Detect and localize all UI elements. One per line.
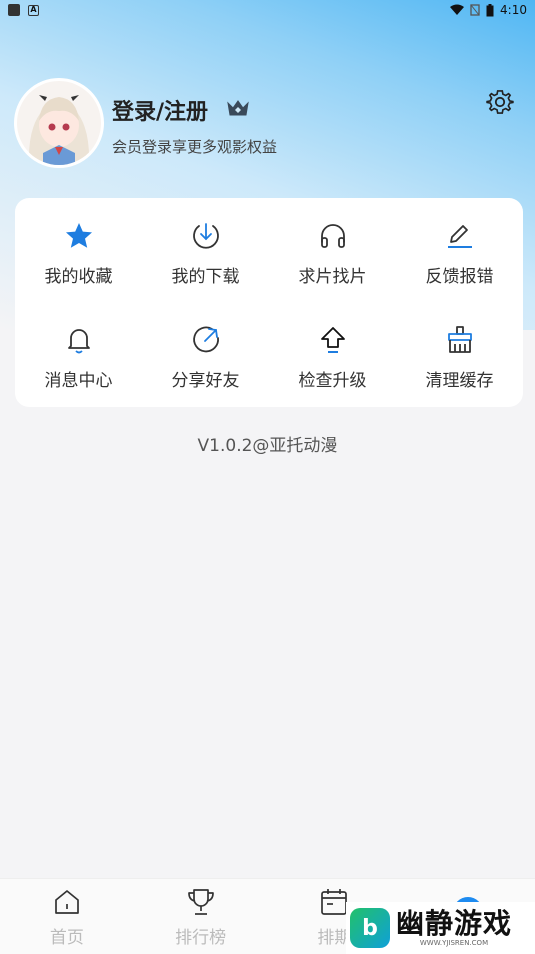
menu-item-share[interactable]: 分享好友 [142,302,269,406]
star-icon [65,223,92,248]
menu-item-upgrade[interactable]: 检查升级 [269,302,396,406]
menu-card: 我的收藏 我的下载 求片找片 反馈报错 消息中心 分享好友 检查升级 清理缓存 [15,198,523,407]
upgrade-icon [320,327,345,353]
menu-label: 反馈报错 [425,267,494,287]
home-icon [55,890,79,914]
trophy-icon [187,889,214,915]
status-bar: A 4:10 [0,0,535,20]
menu-label: 求片找片 [298,267,367,287]
watermark-logo: b 幽静游戏 WWW.YJISREN.COM [346,902,535,954]
menu-label: 消息中心 [44,371,113,391]
share-icon [192,326,219,353]
signal-off-icon [470,4,480,16]
wifi-icon [450,4,465,15]
notification-icon [8,4,20,16]
clean-icon [447,326,472,353]
menu-label: 分享好友 [171,371,240,391]
menu-label: 我的收藏 [44,267,113,287]
tab-label: 首页 [49,928,84,948]
watermark-logo-icon: b [350,908,390,948]
download-icon [192,223,219,249]
menu-item-clear-cache[interactable]: 清理缓存 [396,302,523,406]
menu-item-downloads[interactable]: 我的下载 [142,198,269,302]
calendar-icon [321,889,348,915]
edit-icon [447,225,472,248]
menu-item-messages[interactable]: 消息中心 [15,302,142,406]
bell-icon [67,329,90,354]
version-text: V1.0.2@亚托动漫 [197,436,338,456]
vip-crown-icon [227,100,249,116]
menu-label: 我的下载 [171,267,240,287]
menu-item-request[interactable]: 求片找片 [269,198,396,302]
menu-item-favorites[interactable]: 我的收藏 [15,198,142,302]
avatar[interactable] [14,78,104,168]
tab-ranking[interactable]: 排行榜 [134,879,268,954]
clock: 4:10 [500,3,527,17]
watermark-url: WWW.YJISREN.COM [419,939,489,947]
settings-gear-icon[interactable] [486,88,514,116]
app-notification-icon: A [28,4,39,16]
watermark-title: 幽静游戏 [396,907,513,940]
battery-icon [486,3,494,16]
login-subtitle: 会员登录享更多观影权益 [112,138,278,156]
menu-label: 清理缓存 [425,371,494,391]
tab-home[interactable]: 首页 [0,879,134,954]
profile-header: 登录/注册 会员登录享更多观影权益 [14,78,524,168]
menu-label: 检查升级 [298,371,367,391]
tab-label: 排行榜 [175,928,227,948]
login-register-link[interactable]: 登录/注册 [112,94,208,126]
headphones-icon [320,224,345,248]
menu-item-feedback[interactable]: 反馈报错 [396,198,523,302]
